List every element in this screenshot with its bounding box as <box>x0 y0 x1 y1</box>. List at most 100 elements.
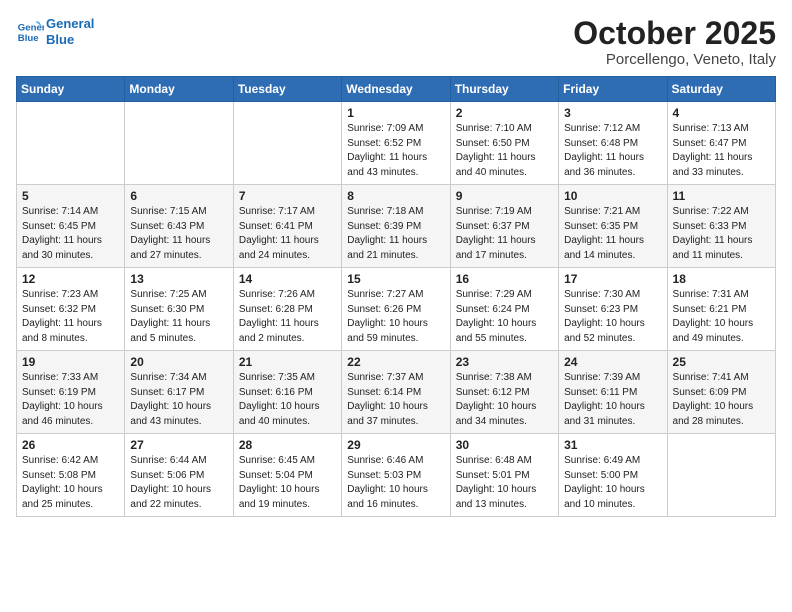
calendar-cell: 17 Sunrise: 7:30 AMSunset: 6:23 PMDayligh… <box>559 268 667 351</box>
day-info: Sunrise: 6:45 AMSunset: 5:04 PMDaylight:… <box>239 454 336 512</box>
day-info: Sunrise: 7:22 AMSunset: 6:33 PMDaylight:… <box>673 205 770 263</box>
weekday-header-friday: Friday <box>559 77 667 102</box>
calendar-cell: 1 Sunrise: 7:09 AMSunset: 6:52 PMDaylight… <box>342 102 450 185</box>
calendar-cell: 21 Sunrise: 7:35 AMSunset: 6:16 PMDayligh… <box>233 351 341 434</box>
day-number: 27 <box>130 438 227 452</box>
day-number: 22 <box>347 355 444 369</box>
weekday-header-monday: Monday <box>125 77 233 102</box>
day-number: 6 <box>130 189 227 203</box>
calendar-cell: 4Sunrise: 7:13 AMSunset: 6:47 PMDaylight… <box>667 102 775 185</box>
day-info: Sunrise: 7:19 AMSunset: 6:37 PMDaylight:… <box>456 205 553 263</box>
calendar-cell: 15 Sunrise: 7:27 AMSunset: 6:26 PMDayligh… <box>342 268 450 351</box>
day-number: 31 <box>564 438 661 452</box>
day-info: Sunrise: 6:48 AMSunset: 5:01 PMDaylight:… <box>456 454 553 512</box>
calendar-cell: 14 Sunrise: 7:26 AMSunset: 6:28 PMDayligh… <box>233 268 341 351</box>
day-info: Sunrise: 7:09 AMSunset: 6:52 PMDaylight:… <box>347 122 444 180</box>
calendar-cell <box>125 102 233 185</box>
calendar-cell: 25 Sunrise: 7:41 AMSunset: 6:09 PMDayligh… <box>667 351 775 434</box>
day-number: 30 <box>456 438 553 452</box>
month-year-title: October 2025 <box>573 16 776 51</box>
day-number: 4 <box>673 106 770 120</box>
calendar-cell: 26Sunrise: 6:42 AMSunset: 5:08 PMDayligh… <box>17 434 125 517</box>
calendar-cell <box>17 102 125 185</box>
weekday-header-row: SundayMondayTuesdayWednesdayThursdayFrid… <box>17 77 776 102</box>
day-info: Sunrise: 7:12 AMSunset: 6:48 PMDaylight:… <box>564 122 661 180</box>
calendar-cell: 27 Sunrise: 6:44 AMSunset: 5:06 PMDayligh… <box>125 434 233 517</box>
day-info: Sunrise: 7:33 AMSunset: 6:19 PMDaylight:… <box>22 371 119 429</box>
day-info: Sunrise: 7:41 AMSunset: 6:09 PMDaylight:… <box>673 371 770 429</box>
day-info: Sunrise: 7:29 AMSunset: 6:24 PMDaylight:… <box>456 288 553 346</box>
calendar-cell: 22 Sunrise: 7:37 AMSunset: 6:14 PMDayligh… <box>342 351 450 434</box>
day-number: 8 <box>347 189 444 203</box>
calendar-header: SundayMondayTuesdayWednesdayThursdayFrid… <box>17 77 776 102</box>
day-number: 25 <box>673 355 770 369</box>
calendar-cell: 13 Sunrise: 7:25 AMSunset: 6:30 PMDayligh… <box>125 268 233 351</box>
calendar-cell: 30 Sunrise: 6:48 AMSunset: 5:01 PMDayligh… <box>450 434 558 517</box>
day-info: Sunrise: 7:25 AMSunset: 6:30 PMDaylight:… <box>130 288 227 346</box>
calendar-week-2: 5Sunrise: 7:14 AMSunset: 6:45 PMDaylight… <box>17 185 776 268</box>
calendar-cell: 24 Sunrise: 7:39 AMSunset: 6:11 PMDayligh… <box>559 351 667 434</box>
day-info: Sunrise: 7:26 AMSunset: 6:28 PMDaylight:… <box>239 288 336 346</box>
day-number: 12 <box>22 272 119 286</box>
day-info: Sunrise: 7:30 AMSunset: 6:23 PMDaylight:… <box>564 288 661 346</box>
day-number: 19 <box>22 355 119 369</box>
day-info: Sunrise: 7:10 AMSunset: 6:50 PMDaylight:… <box>456 122 553 180</box>
calendar-cell: 8 Sunrise: 7:18 AMSunset: 6:39 PMDaylight… <box>342 185 450 268</box>
calendar-cell: 16 Sunrise: 7:29 AMSunset: 6:24 PMDayligh… <box>450 268 558 351</box>
day-info: Sunrise: 7:27 AMSunset: 6:26 PMDaylight:… <box>347 288 444 346</box>
day-info: Sunrise: 7:18 AMSunset: 6:39 PMDaylight:… <box>347 205 444 263</box>
calendar-cell: 11 Sunrise: 7:22 AMSunset: 6:33 PMDayligh… <box>667 185 775 268</box>
calendar-cell: 18Sunrise: 7:31 AMSunset: 6:21 PMDayligh… <box>667 268 775 351</box>
logo: General Blue General Blue <box>16 16 94 47</box>
calendar-cell: 28Sunrise: 6:45 AMSunset: 5:04 PMDayligh… <box>233 434 341 517</box>
day-number: 20 <box>130 355 227 369</box>
day-number: 29 <box>347 438 444 452</box>
day-number: 24 <box>564 355 661 369</box>
day-info: Sunrise: 6:46 AMSunset: 5:03 PMDaylight:… <box>347 454 444 512</box>
calendar-table: SundayMondayTuesdayWednesdayThursdayFrid… <box>16 76 776 517</box>
day-number: 11 <box>673 189 770 203</box>
day-number: 16 <box>456 272 553 286</box>
calendar-cell: 19 Sunrise: 7:33 AMSunset: 6:19 PMDayligh… <box>17 351 125 434</box>
day-info: Sunrise: 7:23 AMSunset: 6:32 PMDaylight:… <box>22 288 119 346</box>
day-number: 21 <box>239 355 336 369</box>
calendar-cell: 2Sunrise: 7:10 AMSunset: 6:50 PMDaylight… <box>450 102 558 185</box>
calendar-cell: 20 Sunrise: 7:34 AMSunset: 6:17 PMDayligh… <box>125 351 233 434</box>
day-number: 5 <box>22 189 119 203</box>
calendar-week-3: 12 Sunrise: 7:23 AMSunset: 6:32 PMDayligh… <box>17 268 776 351</box>
day-info: Sunrise: 7:37 AMSunset: 6:14 PMDaylight:… <box>347 371 444 429</box>
calendar-cell: 23Sunrise: 7:38 AMSunset: 6:12 PMDayligh… <box>450 351 558 434</box>
calendar-week-1: 1 Sunrise: 7:09 AMSunset: 6:52 PMDaylight… <box>17 102 776 185</box>
day-number: 13 <box>130 272 227 286</box>
calendar-cell: 29 Sunrise: 6:46 AMSunset: 5:03 PMDayligh… <box>342 434 450 517</box>
day-info: Sunrise: 6:44 AMSunset: 5:06 PMDaylight:… <box>130 454 227 512</box>
page-header: General Blue General Blue October 2025 P… <box>16 16 776 68</box>
day-number: 14 <box>239 272 336 286</box>
day-number: 9 <box>456 189 553 203</box>
calendar-cell <box>233 102 341 185</box>
calendar-cell: 5Sunrise: 7:14 AMSunset: 6:45 PMDaylight… <box>17 185 125 268</box>
day-number: 18 <box>673 272 770 286</box>
calendar-week-5: 26Sunrise: 6:42 AMSunset: 5:08 PMDayligh… <box>17 434 776 517</box>
day-number: 23 <box>456 355 553 369</box>
svg-text:Blue: Blue <box>18 32 39 43</box>
day-number: 17 <box>564 272 661 286</box>
day-info: Sunrise: 7:21 AMSunset: 6:35 PMDaylight:… <box>564 205 661 263</box>
calendar-cell: 9 Sunrise: 7:19 AMSunset: 6:37 PMDaylight… <box>450 185 558 268</box>
weekday-header-wednesday: Wednesday <box>342 77 450 102</box>
calendar-cell: 31Sunrise: 6:49 AMSunset: 5:00 PMDayligh… <box>559 434 667 517</box>
day-number: 3 <box>564 106 661 120</box>
day-info: Sunrise: 7:15 AMSunset: 6:43 PMDaylight:… <box>130 205 227 263</box>
day-info: Sunrise: 7:39 AMSunset: 6:11 PMDaylight:… <box>564 371 661 429</box>
calendar-cell: 12 Sunrise: 7:23 AMSunset: 6:32 PMDayligh… <box>17 268 125 351</box>
day-number: 1 <box>347 106 444 120</box>
day-info: Sunrise: 7:35 AMSunset: 6:16 PMDaylight:… <box>239 371 336 429</box>
logo-text: General Blue <box>46 16 94 47</box>
calendar-cell: 3 Sunrise: 7:12 AMSunset: 6:48 PMDaylight… <box>559 102 667 185</box>
day-info: Sunrise: 7:34 AMSunset: 6:17 PMDaylight:… <box>130 371 227 429</box>
calendar-cell: 6 Sunrise: 7:15 AMSunset: 6:43 PMDaylight… <box>125 185 233 268</box>
day-number: 10 <box>564 189 661 203</box>
day-info: Sunrise: 6:42 AMSunset: 5:08 PMDaylight:… <box>22 454 119 512</box>
calendar-cell: 10 Sunrise: 7:21 AMSunset: 6:35 PMDayligh… <box>559 185 667 268</box>
day-number: 15 <box>347 272 444 286</box>
